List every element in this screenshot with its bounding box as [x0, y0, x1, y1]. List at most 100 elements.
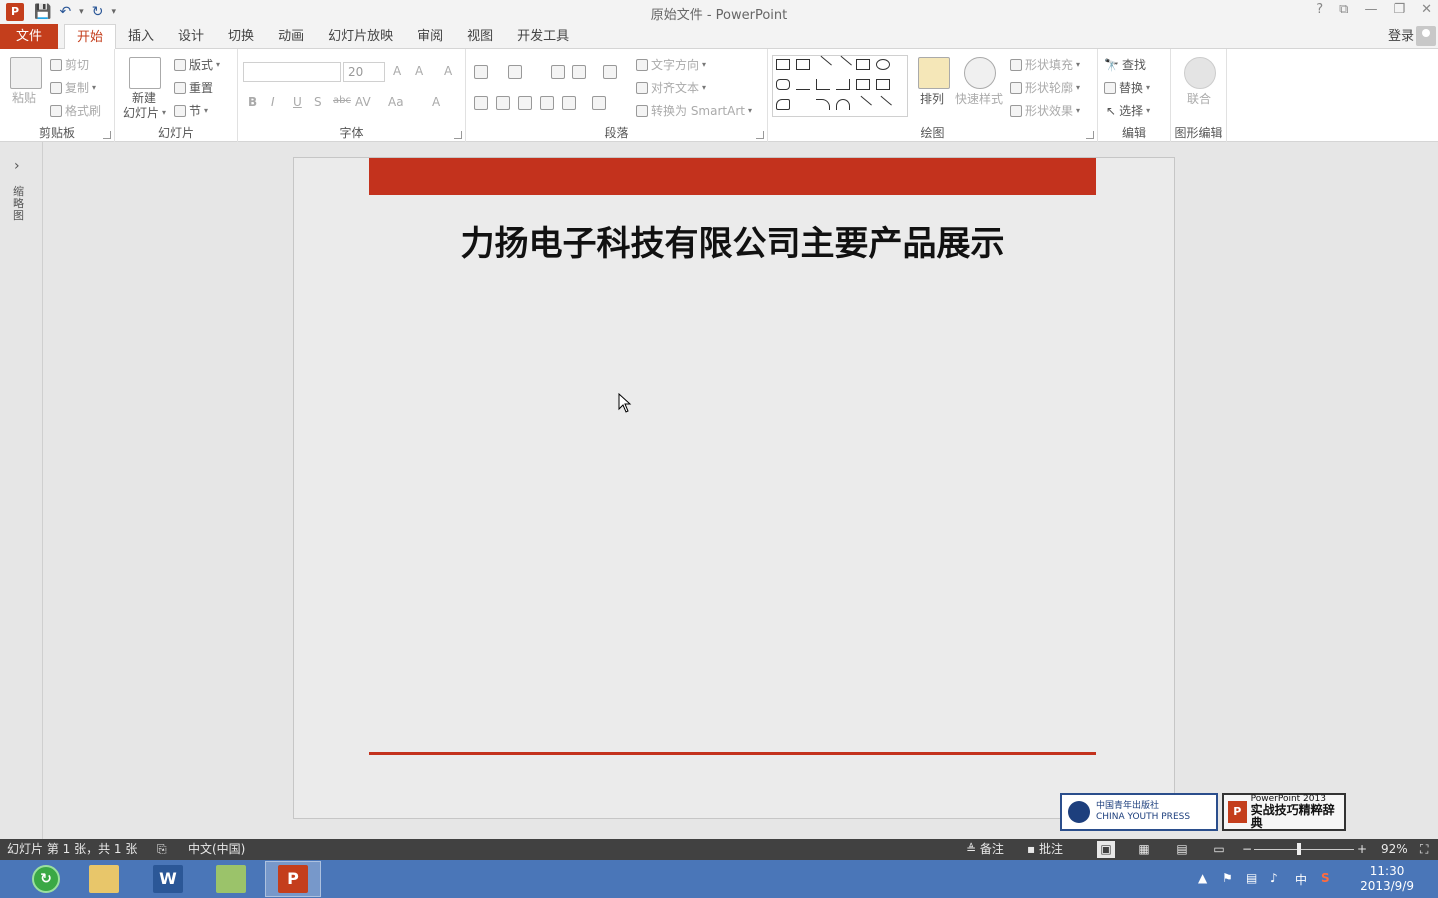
slideshow-view-icon[interactable]: ▭ — [1210, 841, 1228, 858]
diagonal-line-shape-icon[interactable] — [854, 95, 872, 114]
grow-font-button[interactable]: A — [393, 64, 401, 78]
paste-button[interactable]: 粘贴 — [12, 89, 36, 106]
help-icon[interactable]: ? — [1316, 2, 1323, 17]
oval-shape-icon[interactable] — [876, 59, 890, 70]
language-indicator[interactable]: 中文(中国) — [188, 839, 245, 860]
down-arrow-shape-icon[interactable] — [876, 79, 890, 90]
elbow-connector-shape-icon[interactable] — [816, 79, 830, 90]
new-slide-icon[interactable] — [129, 57, 161, 89]
start-360-icon[interactable]: ↻ — [32, 865, 60, 893]
align-left-icon[interactable] — [474, 96, 488, 110]
copy-button[interactable]: 复制 ▾ — [50, 79, 96, 96]
tab-file[interactable]: 文件 — [0, 24, 58, 49]
reset-button[interactable]: 重置 — [174, 79, 213, 96]
scribble-shape-icon[interactable] — [796, 99, 810, 110]
line-shape-icon[interactable] — [814, 55, 832, 74]
network-icon[interactable]: ▤ — [1246, 871, 1257, 885]
shape-fill-button[interactable]: 形状填充 ▾ — [1010, 56, 1080, 73]
new-slide-dropdown[interactable]: 幻灯片 ▾ — [123, 104, 166, 121]
vertical-textbox-shape-icon[interactable] — [796, 59, 810, 70]
tab-slideshow[interactable]: 幻灯片放映 — [316, 24, 405, 49]
tab-review[interactable]: 审阅 — [405, 24, 455, 49]
minimize-icon[interactable]: — — [1364, 2, 1377, 17]
italic-button[interactable]: I — [271, 95, 275, 109]
bold-button[interactable]: B — [248, 95, 257, 109]
tab-transitions[interactable]: 切换 — [216, 24, 266, 49]
ribbon-display-options-icon[interactable]: ⧉ — [1339, 2, 1348, 17]
zoom-level[interactable]: 92% — [1381, 839, 1408, 860]
arc-shape-icon[interactable] — [816, 99, 830, 110]
clock[interactable]: 11:30 2013/9/9 — [1360, 864, 1414, 894]
comments-button[interactable]: ▪ 批注 — [1027, 839, 1063, 860]
elbow-arrow-shape-icon[interactable] — [836, 79, 850, 90]
user-avatar-icon[interactable] — [1416, 26, 1436, 46]
underline-button[interactable]: U — [293, 95, 302, 109]
taskbar-explorer[interactable] — [76, 861, 132, 897]
reading-view-icon[interactable]: ▤ — [1173, 841, 1191, 858]
font-color-button[interactable]: A — [432, 95, 440, 109]
ime-indicator[interactable]: 中 — [1295, 871, 1307, 888]
strikethrough-button[interactable]: abc — [333, 95, 351, 106]
sign-in-link[interactable]: 登录 — [1388, 24, 1414, 49]
align-right-icon[interactable] — [518, 96, 532, 110]
normal-view-icon[interactable]: ▣ — [1097, 841, 1115, 858]
taskbar-powerpoint[interactable]: P — [265, 861, 321, 897]
triangle-shape-icon[interactable] — [796, 79, 810, 90]
tab-animations[interactable]: 动画 — [266, 24, 316, 49]
close-icon[interactable]: ✕ — [1421, 2, 1432, 17]
tab-view[interactable]: 视图 — [455, 24, 505, 49]
columns-icon[interactable] — [592, 96, 606, 110]
align-center-icon[interactable] — [496, 96, 510, 110]
replace-button[interactable]: 替换 ▾ — [1104, 79, 1150, 96]
volume-icon[interactable]: ♪ — [1270, 871, 1278, 885]
zoom-in-icon[interactable]: + — [1357, 839, 1367, 860]
union-button[interactable]: 联合 — [1187, 90, 1211, 107]
zoom-out-icon[interactable]: − — [1242, 839, 1252, 860]
clear-formatting-button[interactable]: A — [444, 64, 452, 78]
tab-home[interactable]: 开始 — [64, 24, 117, 50]
section-button[interactable]: 节 ▾ — [174, 102, 208, 119]
line-spacing-icon[interactable] — [603, 65, 617, 79]
taskbar-word[interactable]: W — [140, 861, 196, 897]
notes-button[interactable]: ≜ 备注 — [966, 839, 1004, 860]
thumbnail-pane-label[interactable]: 缩略图 — [13, 186, 27, 222]
slide-sorter-view-icon[interactable]: ▦ — [1135, 841, 1153, 858]
curve-shape-icon[interactable] — [836, 99, 850, 110]
layout-button[interactable]: 版式 ▾ — [174, 56, 220, 73]
distributed-icon[interactable] — [562, 96, 576, 110]
paste-icon[interactable] — [10, 57, 42, 89]
justify-icon[interactable] — [540, 96, 554, 110]
tab-developer[interactable]: 开发工具 — [505, 24, 581, 49]
arrange-button[interactable]: 排列 — [920, 90, 944, 107]
text-direction-button[interactable]: 文字方向 ▾ — [636, 56, 706, 73]
tray-expand-icon[interactable]: ▲ — [1198, 871, 1207, 885]
align-text-button[interactable]: 对齐文本 ▾ — [636, 79, 706, 96]
fit-to-window-icon[interactable]: ⛶ — [1420, 839, 1428, 860]
arrow-line-shape-icon[interactable] — [834, 55, 852, 74]
shape-outline-button[interactable]: 形状轮廓 ▾ — [1010, 79, 1080, 96]
arrange-icon[interactable] — [918, 57, 950, 89]
union-icon[interactable] — [1184, 57, 1216, 89]
change-case-button[interactable]: Aa — [388, 95, 404, 109]
format-painter-button[interactable]: 格式刷 — [50, 102, 101, 119]
quick-styles-button[interactable]: 快速样式 — [955, 90, 1003, 107]
taskbar-image-viewer[interactable] — [203, 861, 259, 897]
right-arrow-shape-icon[interactable] — [856, 79, 870, 90]
slide-title[interactable]: 力扬电子科技有限公司主要产品展示 — [369, 216, 1096, 265]
select-button[interactable]: ↖ 选择 ▾ — [1106, 102, 1150, 119]
increase-indent-icon[interactable] — [572, 65, 586, 79]
textbox-shape-icon[interactable] — [776, 59, 790, 70]
zoom-slider-thumb[interactable] — [1297, 843, 1301, 855]
convert-smartart-button[interactable]: 转换为 SmartArt ▾ — [636, 102, 752, 119]
shape-effects-button[interactable]: 形状效果 ▾ — [1010, 102, 1080, 119]
clipboard-launcher-icon[interactable] — [103, 131, 111, 139]
shadow-button[interactable]: S — [314, 95, 322, 109]
drawing-launcher-icon[interactable] — [1086, 131, 1094, 139]
slide-canvas[interactable]: 力扬电子科技有限公司主要产品展示 — [293, 157, 1175, 819]
shrink-font-button[interactable]: A — [415, 64, 423, 78]
font-size-select[interactable]: 20 — [343, 62, 385, 82]
character-spacing-button[interactable]: AV — [355, 95, 371, 109]
find-button[interactable]: 🔭 查找 — [1104, 56, 1146, 73]
shapes-gallery[interactable] — [772, 55, 908, 117]
cut-button[interactable]: 剪切 — [50, 56, 89, 73]
